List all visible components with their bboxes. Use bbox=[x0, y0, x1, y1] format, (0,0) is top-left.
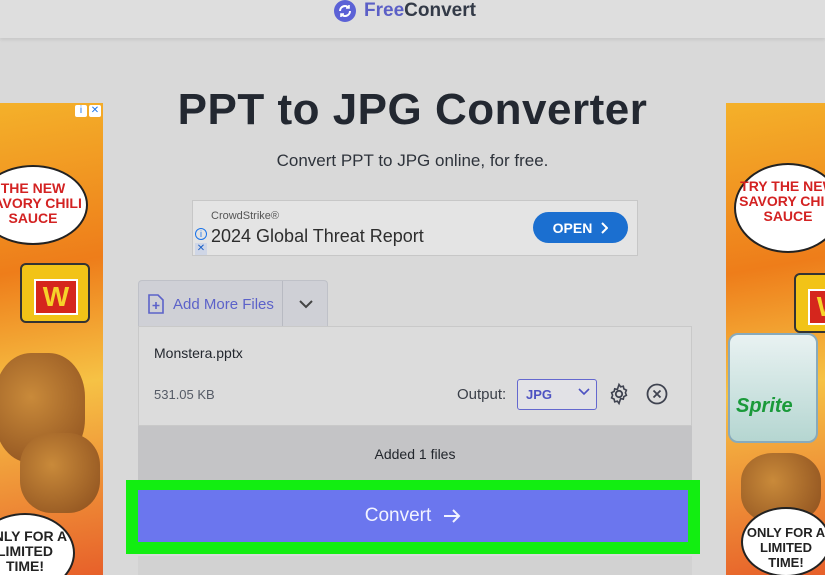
ad-close-icon[interactable]: ✕ bbox=[195, 243, 207, 255]
files-added-status: Added 1 files bbox=[138, 426, 692, 481]
file-name: Monstera.pptx bbox=[154, 345, 243, 361]
sauce-package-image: W bbox=[20, 263, 90, 323]
add-more-files-label: Add More Files bbox=[173, 295, 274, 313]
page-title: PPT to JPG Converter bbox=[177, 85, 648, 134]
site-header: FreeConvert bbox=[0, 0, 825, 38]
banner-ad-brand: CrowdStrike® bbox=[211, 210, 280, 222]
ad-promo-burst-right: TRY THE NEW SAVORY CHILI SAUCE bbox=[734, 163, 825, 253]
logo-text: FreeConvert bbox=[364, 0, 476, 22]
banner-ad-headline[interactable]: 2024 Global Threat Report bbox=[211, 226, 424, 247]
right-side-ad[interactable]: TRY THE NEW SAVORY CHILI SAUCE W Sprite … bbox=[726, 103, 825, 575]
sprite-logo: Sprite bbox=[736, 395, 793, 417]
sauce-package-image-right: W bbox=[794, 273, 825, 333]
ad-limited-text: ONLY FOR A LIMITED TIME! bbox=[0, 528, 68, 574]
logo-text-free: Free bbox=[364, 0, 405, 21]
banner-ad-open-label: OPEN bbox=[552, 219, 593, 236]
convert-button[interactable]: Convert bbox=[138, 490, 688, 542]
file-list-item: Monstera.pptx 531.05 KB Output: JPG bbox=[138, 326, 692, 426]
add-file-icon bbox=[148, 294, 164, 314]
ad-limited-burst-right: ONLY FOR A LIMITED TIME! bbox=[741, 507, 825, 575]
ad-promo-text-right: TRY THE NEW SAVORY CHILI SAUCE bbox=[739, 178, 825, 224]
add-files-dropdown-toggle[interactable] bbox=[283, 281, 329, 327]
ad-limited-text-right: ONLY FOR A LIMITED TIME! bbox=[746, 525, 825, 570]
convert-label: Convert bbox=[364, 505, 432, 526]
arrow-right-icon bbox=[444, 509, 461, 523]
output-format-select[interactable]: JPG bbox=[517, 379, 597, 410]
drink-cup-image bbox=[728, 333, 818, 443]
ad-limited-burst: ONLY FOR A LIMITED TIME! bbox=[0, 513, 75, 575]
freeconvert-logo[interactable]: FreeConvert bbox=[334, 0, 476, 22]
output-label: Output: bbox=[457, 386, 507, 403]
sauce-logo: W bbox=[34, 279, 78, 315]
banner-ad-open-button[interactable]: OPEN bbox=[533, 212, 628, 243]
sauce-logo-right: W bbox=[808, 289, 825, 325]
logo-text-convert: Convert bbox=[404, 0, 476, 21]
close-circle-icon[interactable] bbox=[646, 383, 668, 405]
file-size: 531.05 KB bbox=[154, 387, 215, 402]
ad-promo-text: THE NEW SAVORY CHILI SAUCE bbox=[0, 180, 82, 226]
panel-footer bbox=[138, 556, 692, 575]
add-files-control: Add More Files bbox=[138, 280, 328, 327]
add-more-files-button[interactable]: Add More Files bbox=[139, 281, 283, 327]
ad-promo-burst: THE NEW SAVORY CHILI SAUCE bbox=[0, 165, 88, 245]
output-format-value: JPG bbox=[526, 387, 553, 402]
chevron-down-icon bbox=[299, 299, 313, 308]
chevron-down-icon bbox=[578, 388, 590, 396]
convert-cycle-icon bbox=[334, 0, 356, 22]
chevron-right-icon bbox=[601, 221, 609, 234]
gear-icon[interactable] bbox=[607, 382, 631, 406]
left-side-ad[interactable]: i ✕ THE NEW SAVORY CHILI SAUCE W ONLY FO… bbox=[0, 103, 103, 575]
ad-info-icon[interactable]: i bbox=[195, 228, 207, 240]
fries-box-image bbox=[20, 433, 100, 513]
page-subtitle: Convert PPT to JPG online, for free. bbox=[276, 151, 549, 170]
